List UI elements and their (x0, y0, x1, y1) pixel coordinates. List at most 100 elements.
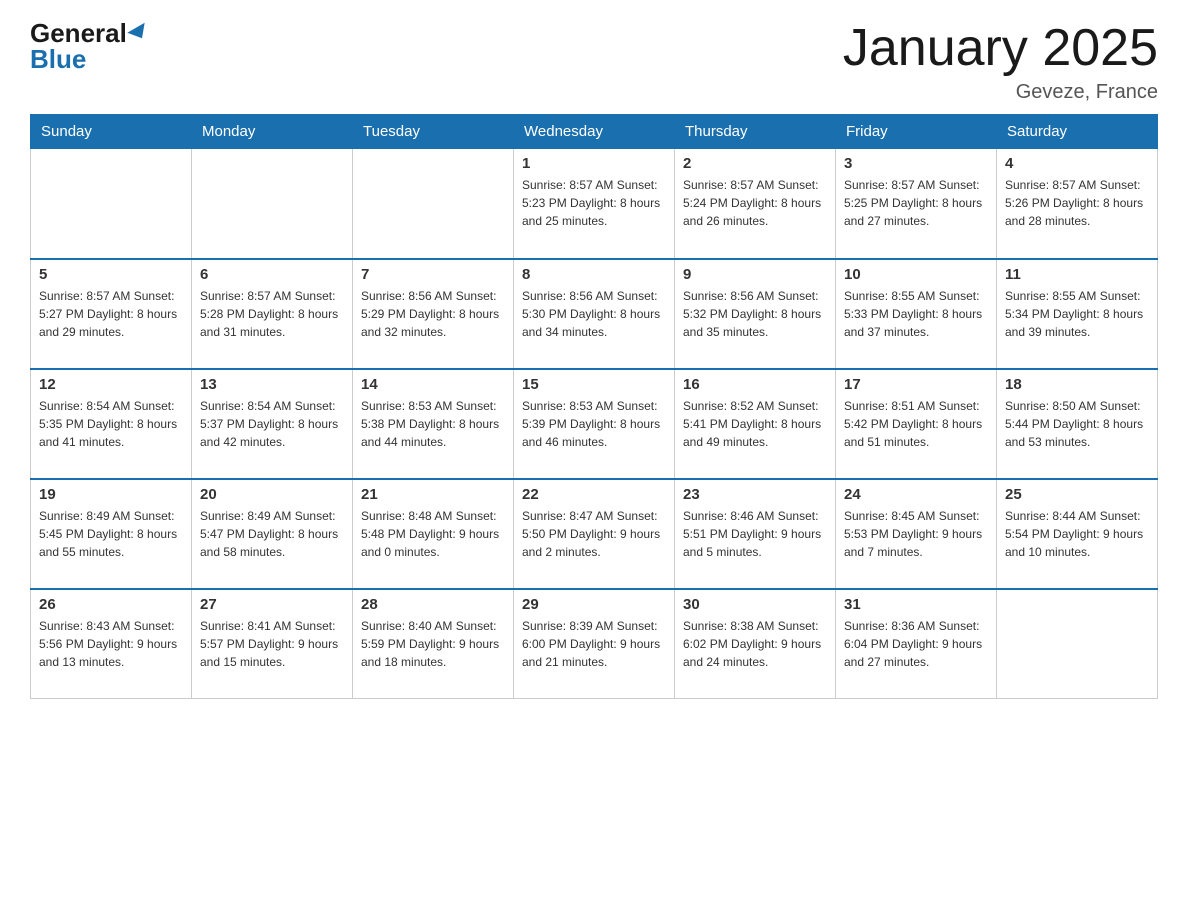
day-info: Sunrise: 8:52 AM Sunset: 5:41 PM Dayligh… (683, 397, 827, 451)
day-number: 18 (1005, 376, 1149, 393)
column-header-saturday: Saturday (997, 115, 1158, 149)
day-info: Sunrise: 8:44 AM Sunset: 5:54 PM Dayligh… (1005, 507, 1149, 561)
day-info: Sunrise: 8:54 AM Sunset: 5:35 PM Dayligh… (39, 397, 183, 451)
calendar-cell: 1Sunrise: 8:57 AM Sunset: 5:23 PM Daylig… (514, 149, 675, 259)
calendar-cell: 25 Sunrise: 8:44 AM Sunset: 5:54 PM Dayli… (997, 479, 1158, 589)
day-number: 17 (844, 376, 988, 393)
calendar-cell: 6Sunrise: 8:57 AM Sunset: 5:28 PM Daylig… (192, 259, 353, 369)
calendar-table: SundayMondayTuesdayWednesdayThursdayFrid… (30, 114, 1158, 699)
day-info: Sunrise: 8:57 AM Sunset: 5:25 PM Dayligh… (844, 176, 988, 230)
column-header-sunday: Sunday (31, 115, 192, 149)
calendar-cell: 8 Sunrise: 8:56 AM Sunset: 5:30 PM Daylig… (514, 259, 675, 369)
day-number: 27 (200, 596, 344, 613)
logo: General Blue (30, 20, 149, 72)
day-number: 25 (1005, 486, 1149, 503)
calendar-cell: 3 Sunrise: 8:57 AM Sunset: 5:25 PM Daylig… (836, 149, 997, 259)
calendar-cell: 16 Sunrise: 8:52 AM Sunset: 5:41 PM Dayli… (675, 369, 836, 479)
calendar-week-row: 1Sunrise: 8:57 AM Sunset: 5:23 PM Daylig… (31, 149, 1158, 259)
day-number: 4 (1005, 155, 1149, 172)
day-info: Sunrise: 8:57 AM Sunset: 5:23 PM Dayligh… (522, 176, 666, 230)
column-header-tuesday: Tuesday (353, 115, 514, 149)
calendar-cell: 11 Sunrise: 8:55 AM Sunset: 5:34 PM Dayli… (997, 259, 1158, 369)
day-info: Sunrise: 8:55 AM Sunset: 5:33 PM Dayligh… (844, 287, 988, 341)
day-info: Sunrise: 8:49 AM Sunset: 5:47 PM Dayligh… (200, 507, 344, 561)
day-number: 9 (683, 266, 827, 283)
column-header-friday: Friday (836, 115, 997, 149)
day-number: 8 (522, 266, 666, 283)
calendar-cell: 10 Sunrise: 8:55 AM Sunset: 5:33 PM Dayli… (836, 259, 997, 369)
calendar-week-row: 19 Sunrise: 8:49 AM Sunset: 5:45 PM Dayli… (31, 479, 1158, 589)
calendar-cell: 29 Sunrise: 8:39 AM Sunset: 6:00 PM Dayli… (514, 589, 675, 699)
day-info: Sunrise: 8:57 AM Sunset: 5:26 PM Dayligh… (1005, 176, 1149, 230)
day-info: Sunrise: 8:48 AM Sunset: 5:48 PM Dayligh… (361, 507, 505, 561)
day-number: 11 (1005, 266, 1149, 283)
day-number: 19 (39, 486, 183, 503)
day-number: 10 (844, 266, 988, 283)
calendar-cell: 9Sunrise: 8:56 AM Sunset: 5:32 PM Daylig… (675, 259, 836, 369)
day-info: Sunrise: 8:53 AM Sunset: 5:38 PM Dayligh… (361, 397, 505, 451)
day-info: Sunrise: 8:46 AM Sunset: 5:51 PM Dayligh… (683, 507, 827, 561)
logo-blue-text: Blue (30, 46, 86, 72)
day-info: Sunrise: 8:57 AM Sunset: 5:27 PM Dayligh… (39, 287, 183, 341)
day-info: Sunrise: 8:38 AM Sunset: 6:02 PM Dayligh… (683, 617, 827, 671)
day-info: Sunrise: 8:50 AM Sunset: 5:44 PM Dayligh… (1005, 397, 1149, 451)
location-text: Geveze, France (843, 81, 1158, 104)
day-info: Sunrise: 8:56 AM Sunset: 5:30 PM Dayligh… (522, 287, 666, 341)
calendar-cell: 20 Sunrise: 8:49 AM Sunset: 5:47 PM Dayli… (192, 479, 353, 589)
calendar-cell: 22Sunrise: 8:47 AM Sunset: 5:50 PM Dayli… (514, 479, 675, 589)
day-info: Sunrise: 8:39 AM Sunset: 6:00 PM Dayligh… (522, 617, 666, 671)
page-header: General Blue January 2025 Geveze, France (30, 20, 1158, 104)
day-number: 30 (683, 596, 827, 613)
calendar-week-row: 5Sunrise: 8:57 AM Sunset: 5:27 PM Daylig… (31, 259, 1158, 369)
calendar-cell: 13Sunrise: 8:54 AM Sunset: 5:37 PM Dayli… (192, 369, 353, 479)
day-number: 23 (683, 486, 827, 503)
day-number: 21 (361, 486, 505, 503)
calendar-header-row: SundayMondayTuesdayWednesdayThursdayFrid… (31, 115, 1158, 149)
column-header-thursday: Thursday (675, 115, 836, 149)
day-number: 3 (844, 155, 988, 172)
calendar-cell: 14Sunrise: 8:53 AM Sunset: 5:38 PM Dayli… (353, 369, 514, 479)
day-number: 7 (361, 266, 505, 283)
calendar-cell (997, 589, 1158, 699)
calendar-cell: 18 Sunrise: 8:50 AM Sunset: 5:44 PM Dayli… (997, 369, 1158, 479)
day-number: 12 (39, 376, 183, 393)
calendar-cell: 23 Sunrise: 8:46 AM Sunset: 5:51 PM Dayli… (675, 479, 836, 589)
day-info: Sunrise: 8:41 AM Sunset: 5:57 PM Dayligh… (200, 617, 344, 671)
day-info: Sunrise: 8:57 AM Sunset: 5:28 PM Dayligh… (200, 287, 344, 341)
day-info: Sunrise: 8:53 AM Sunset: 5:39 PM Dayligh… (522, 397, 666, 451)
day-number: 26 (39, 596, 183, 613)
calendar-week-row: 26 Sunrise: 8:43 AM Sunset: 5:56 PM Dayli… (31, 589, 1158, 699)
day-info: Sunrise: 8:57 AM Sunset: 5:24 PM Dayligh… (683, 176, 827, 230)
day-number: 20 (200, 486, 344, 503)
day-info: Sunrise: 8:55 AM Sunset: 5:34 PM Dayligh… (1005, 287, 1149, 341)
calendar-cell (192, 149, 353, 259)
logo-general-text: General (30, 20, 127, 46)
day-info: Sunrise: 8:49 AM Sunset: 5:45 PM Dayligh… (39, 507, 183, 561)
calendar-cell: 30 Sunrise: 8:38 AM Sunset: 6:02 PM Dayli… (675, 589, 836, 699)
day-info: Sunrise: 8:56 AM Sunset: 5:29 PM Dayligh… (361, 287, 505, 341)
calendar-cell (31, 149, 192, 259)
day-info: Sunrise: 8:45 AM Sunset: 5:53 PM Dayligh… (844, 507, 988, 561)
calendar-cell: 7 Sunrise: 8:56 AM Sunset: 5:29 PM Daylig… (353, 259, 514, 369)
day-info: Sunrise: 8:36 AM Sunset: 6:04 PM Dayligh… (844, 617, 988, 671)
day-info: Sunrise: 8:43 AM Sunset: 5:56 PM Dayligh… (39, 617, 183, 671)
calendar-cell: 15 Sunrise: 8:53 AM Sunset: 5:39 PM Dayli… (514, 369, 675, 479)
month-title: January 2025 (843, 20, 1158, 77)
calendar-cell: 2Sunrise: 8:57 AM Sunset: 5:24 PM Daylig… (675, 149, 836, 259)
calendar-cell (353, 149, 514, 259)
logo-arrow-icon (127, 23, 150, 43)
day-number: 24 (844, 486, 988, 503)
day-number: 31 (844, 596, 988, 613)
day-number: 16 (683, 376, 827, 393)
calendar-cell: 19 Sunrise: 8:49 AM Sunset: 5:45 PM Dayli… (31, 479, 192, 589)
day-number: 22 (522, 486, 666, 503)
calendar-cell: 5Sunrise: 8:57 AM Sunset: 5:27 PM Daylig… (31, 259, 192, 369)
calendar-cell: 4 Sunrise: 8:57 AM Sunset: 5:26 PM Daylig… (997, 149, 1158, 259)
day-number: 29 (522, 596, 666, 613)
calendar-cell: 26 Sunrise: 8:43 AM Sunset: 5:56 PM Dayli… (31, 589, 192, 699)
day-number: 15 (522, 376, 666, 393)
day-info: Sunrise: 8:40 AM Sunset: 5:59 PM Dayligh… (361, 617, 505, 671)
day-number: 28 (361, 596, 505, 613)
day-number: 13 (200, 376, 344, 393)
calendar-cell: 17Sunrise: 8:51 AM Sunset: 5:42 PM Dayli… (836, 369, 997, 479)
